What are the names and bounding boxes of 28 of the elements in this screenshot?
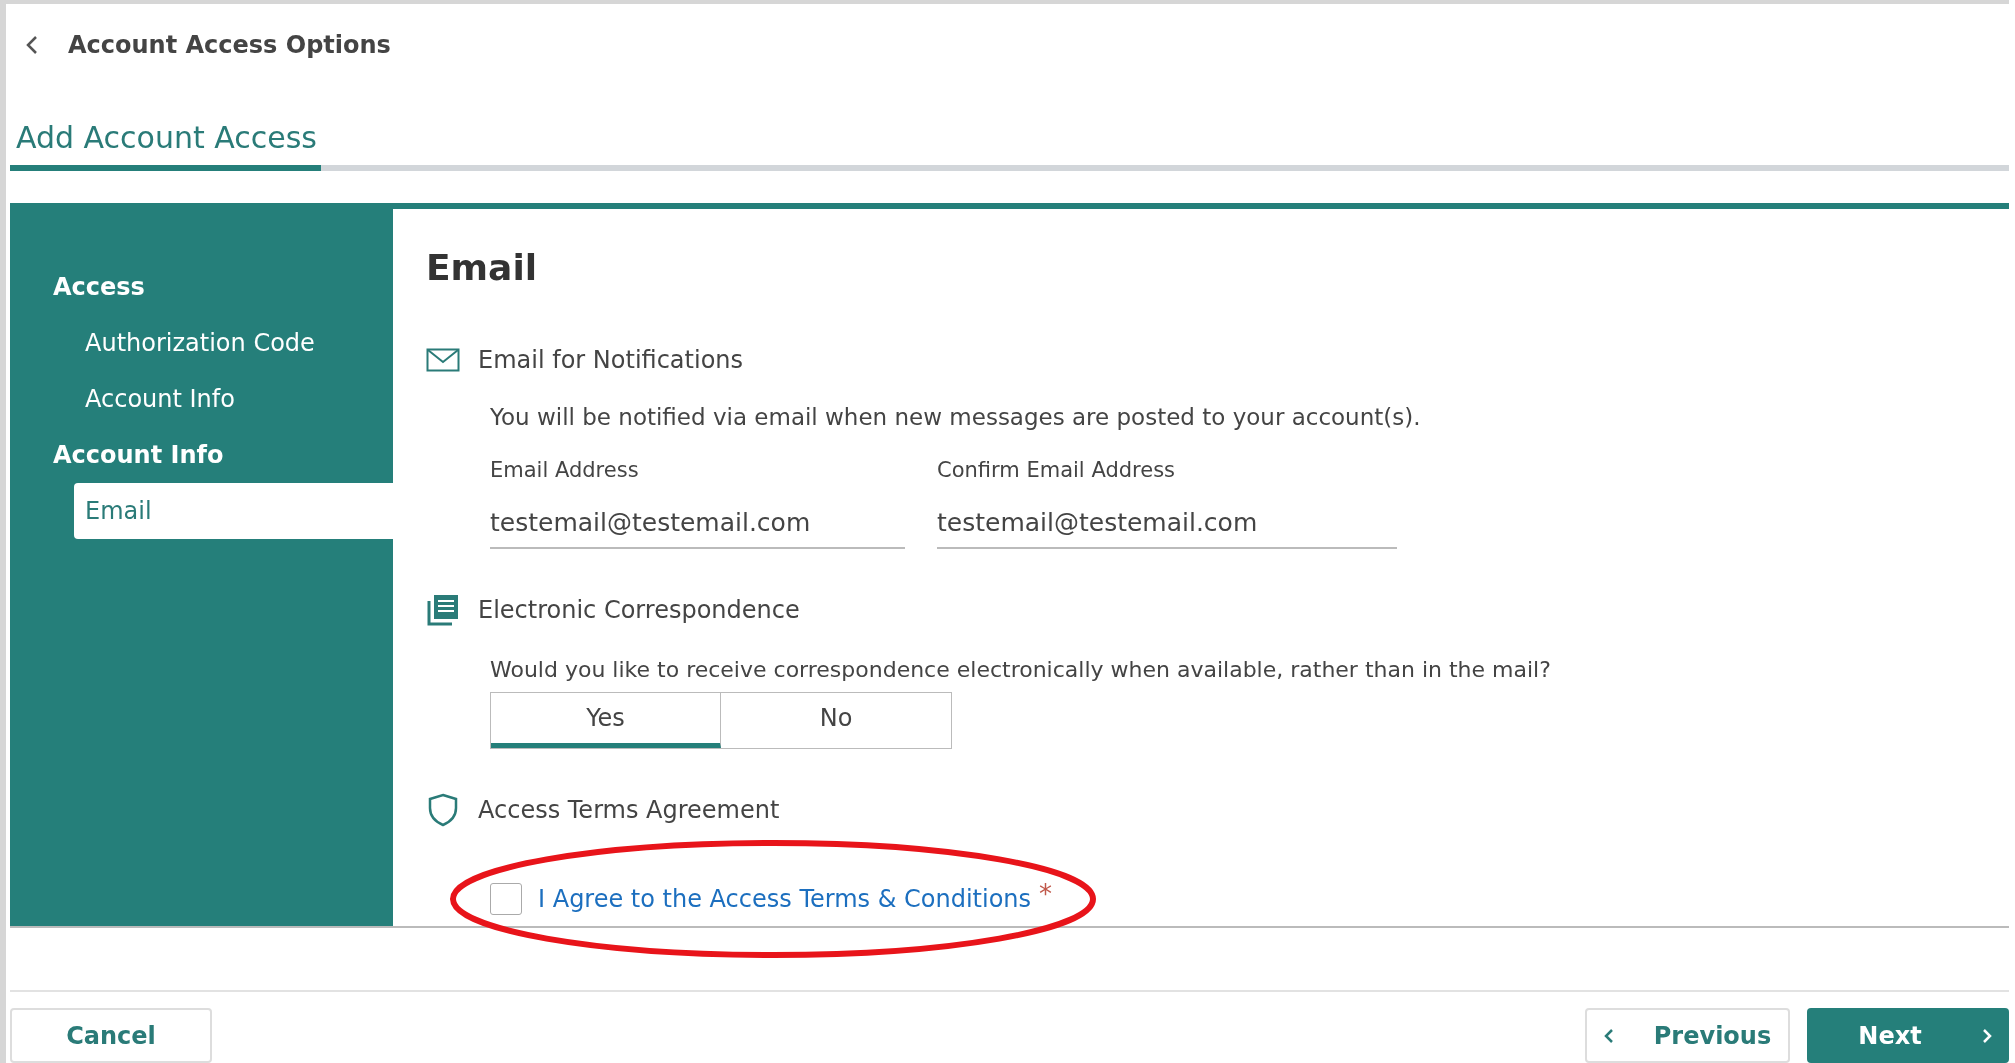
previous-button[interactable]: Previous <box>1585 1008 1790 1063</box>
chevron-right-icon <box>1981 1027 1992 1044</box>
section-title: Email <box>426 246 539 288</box>
sidebar-item[interactable]: Email <box>74 482 393 539</box>
question-text: Would you like to receive correspondence electronically when available, rather than in the mail? <box>490 656 1552 682</box>
chevron-left-icon <box>1603 1027 1614 1044</box>
page-tab[interactable]: Add Account Access <box>10 119 321 171</box>
page-title: Account Access Options <box>68 30 391 59</box>
field-label: Confirm Email Address <box>937 457 1176 482</box>
back-icon[interactable] <box>26 34 38 55</box>
sidebar-group-item[interactable]: Account Info <box>10 426 393 483</box>
description-text: You will be notified via email when new messages are posted to your account(s). <box>490 403 1422 430</box>
cancel-button[interactable]: Cancel <box>10 1008 212 1063</box>
toggle-option[interactable]: Yes <box>491 692 721 748</box>
sidebar-item[interactable]: Account Info <box>10 370 393 427</box>
terms-link[interactable]: I Agree to the Access Terms & Conditions <box>538 884 1032 913</box>
checkbox[interactable] <box>490 882 522 915</box>
shield-icon <box>426 792 460 827</box>
document-stack-icon <box>426 592 460 627</box>
sidebar-item[interactable]: Authorization Code <box>10 314 393 371</box>
next-button[interactable]: Next <box>1807 1008 2009 1063</box>
envelope-icon <box>426 347 460 372</box>
section-heading: Electronic Correspondence <box>478 595 800 624</box>
field-label: Email Address <box>490 457 640 482</box>
required-mark: * <box>1039 878 1053 909</box>
section-heading: Email for Notifications <box>478 345 744 374</box>
section-heading: Access Terms Agreement <box>478 795 780 824</box>
sidebar-group-item[interactable]: Access <box>10 258 393 315</box>
